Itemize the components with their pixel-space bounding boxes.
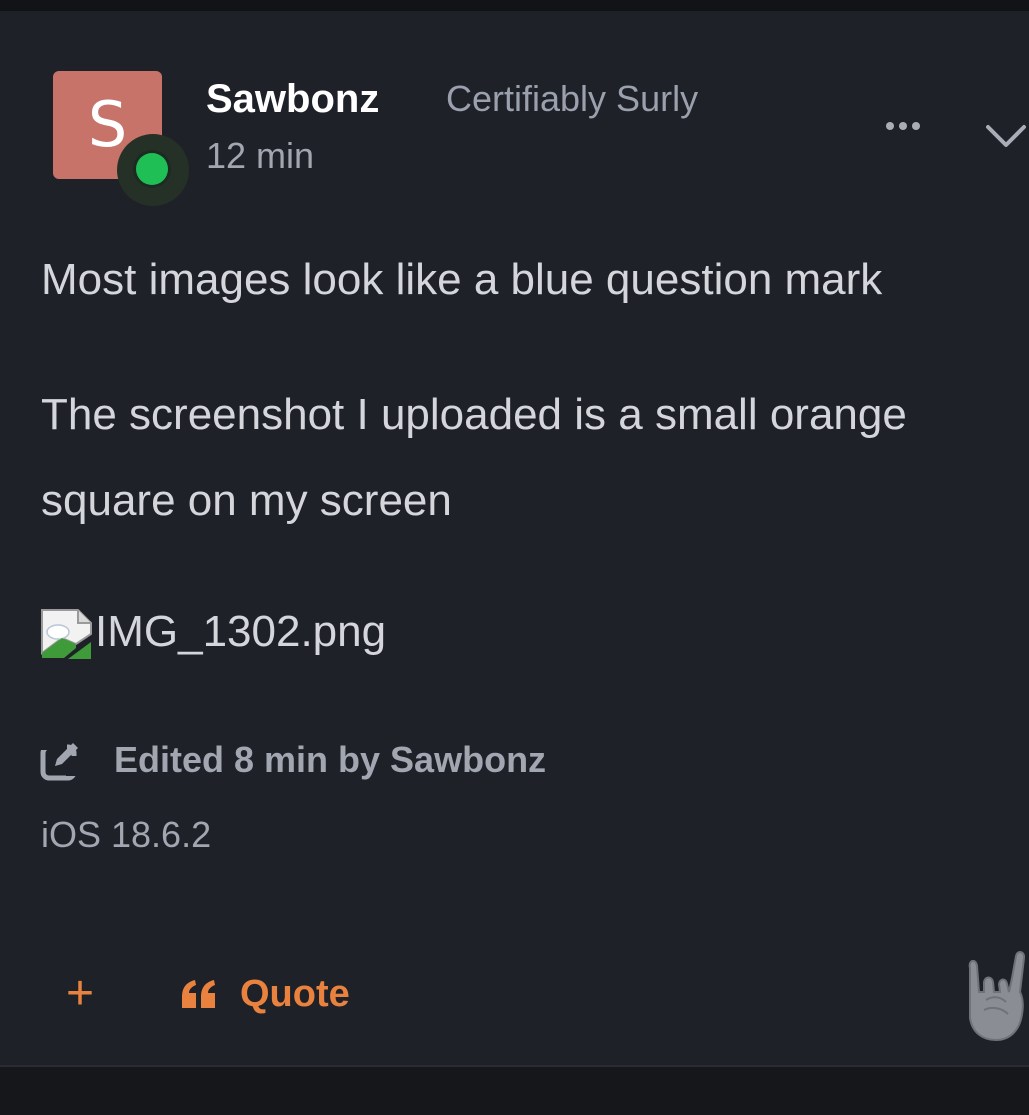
chevron-down-icon	[986, 125, 1026, 147]
post-paragraph-line: square on my screen	[41, 476, 452, 525]
author-username[interactable]: Sawbonz	[206, 75, 379, 123]
post-card: S Sawbonz Certifiably Surly 12 min Most …	[0, 11, 1029, 1065]
image-attachment[interactable]: IMG_1302.png	[40, 589, 386, 675]
post-timestamp[interactable]: 12 min	[206, 134, 314, 178]
online-status-icon	[136, 153, 168, 185]
ellipsis-dot	[912, 122, 920, 130]
bottom-strip	[0, 1065, 1029, 1115]
add-reaction-button[interactable]: +	[60, 970, 100, 1018]
broken-image-icon	[41, 608, 92, 659]
more-options-button[interactable]	[878, 111, 928, 141]
quote-label: Quote	[240, 973, 350, 1015]
ellipsis-icon	[886, 122, 894, 130]
edited-text: Edited 8 min by Sawbonz	[114, 739, 547, 780]
top-strip	[0, 0, 1029, 11]
post-signature: iOS 18.6.2	[41, 814, 212, 855]
image-alt-text: IMG_1302.png	[95, 607, 387, 656]
edit-icon	[40, 740, 78, 781]
quote-button[interactable]: Quote	[180, 971, 350, 1017]
edited-indicator[interactable]: Edited 8 min by Sawbonz	[40, 736, 546, 784]
collapse-button[interactable]	[984, 117, 1028, 157]
reaction-button[interactable]	[962, 948, 1028, 1043]
post-paragraph: Most images look like a blue question ma…	[41, 255, 883, 304]
quote-icon	[182, 980, 215, 1008]
ellipsis-dot	[899, 122, 907, 130]
rock-on-hand-icon	[968, 951, 1026, 1042]
author-title: Certifiably Surly	[446, 78, 699, 119]
post-paragraph-line: The screenshot I uploaded is a small ora…	[41, 390, 907, 439]
